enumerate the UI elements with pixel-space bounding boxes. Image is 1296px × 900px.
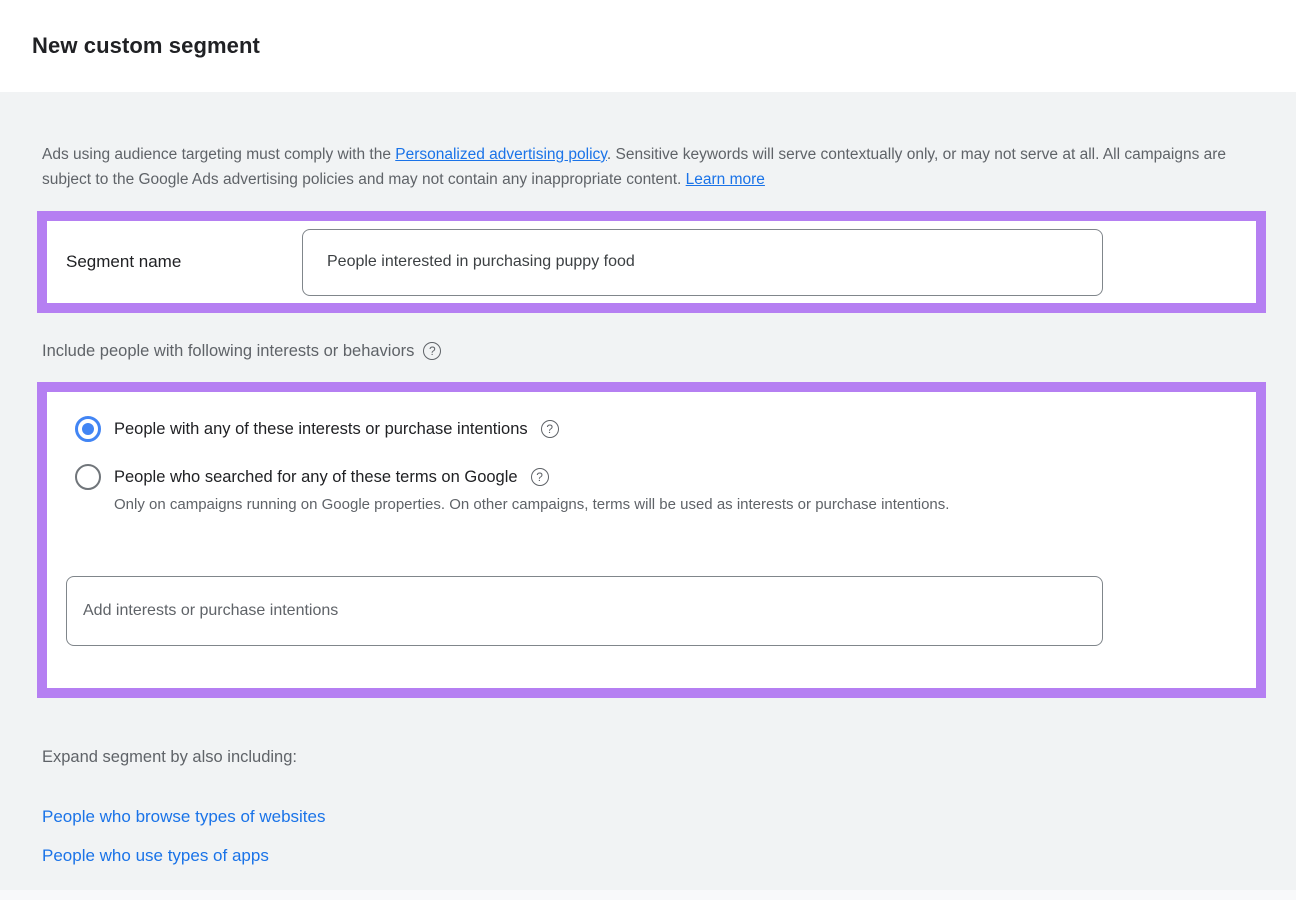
- segment-name-label-wrap: Segment name: [47, 252, 302, 272]
- include-section-label: Include people with following interests …: [42, 342, 414, 361]
- use-apps-link[interactable]: People who use types of apps: [42, 846, 269, 866]
- radio-row-search-terms[interactable]: People who searched for any of these ter…: [75, 464, 1256, 490]
- add-interests-input[interactable]: [66, 576, 1103, 646]
- page-title: New custom segment: [32, 33, 260, 59]
- radio-search-terms-label: People who searched for any of these ter…: [114, 468, 518, 487]
- personalized-advertising-policy-link[interactable]: Personalized advertising policy: [395, 146, 607, 163]
- page-header: New custom segment: [0, 0, 1296, 92]
- disclaimer-text-start: Ads using audience targeting must comply…: [42, 146, 395, 163]
- bottom-strip: [0, 890, 1296, 900]
- include-section-heading: Include people with following interests …: [42, 339, 1296, 363]
- policy-disclaimer: Ads using audience targeting must comply…: [42, 92, 1254, 192]
- help-icon[interactable]: ?: [541, 420, 559, 438]
- options-highlight-annotation: People with any of these interests or pu…: [37, 382, 1266, 698]
- help-icon[interactable]: ?: [423, 342, 441, 360]
- segment-name-highlight-annotation: Segment name: [37, 211, 1266, 313]
- browse-websites-link[interactable]: People who browse types of websites: [42, 807, 326, 827]
- segment-name-label: Segment name: [66, 252, 181, 271]
- radio-button-interests-selected[interactable]: [75, 416, 101, 442]
- learn-more-link[interactable]: Learn more: [686, 171, 765, 188]
- content-area: Ads using audience targeting must comply…: [0, 92, 1296, 900]
- radio-row-interests[interactable]: People with any of these interests or pu…: [75, 416, 1256, 442]
- help-icon[interactable]: ?: [531, 468, 549, 486]
- segment-name-input[interactable]: [302, 229, 1103, 296]
- radio-dot: [82, 423, 94, 435]
- radio-interests-label: People with any of these interests or pu…: [114, 420, 528, 439]
- radio-button-search-terms-unselected[interactable]: [75, 464, 101, 490]
- search-terms-description: Only on campaigns running on Google prop…: [114, 493, 1079, 517]
- expand-section-label: Expand segment by also including:: [42, 748, 1296, 767]
